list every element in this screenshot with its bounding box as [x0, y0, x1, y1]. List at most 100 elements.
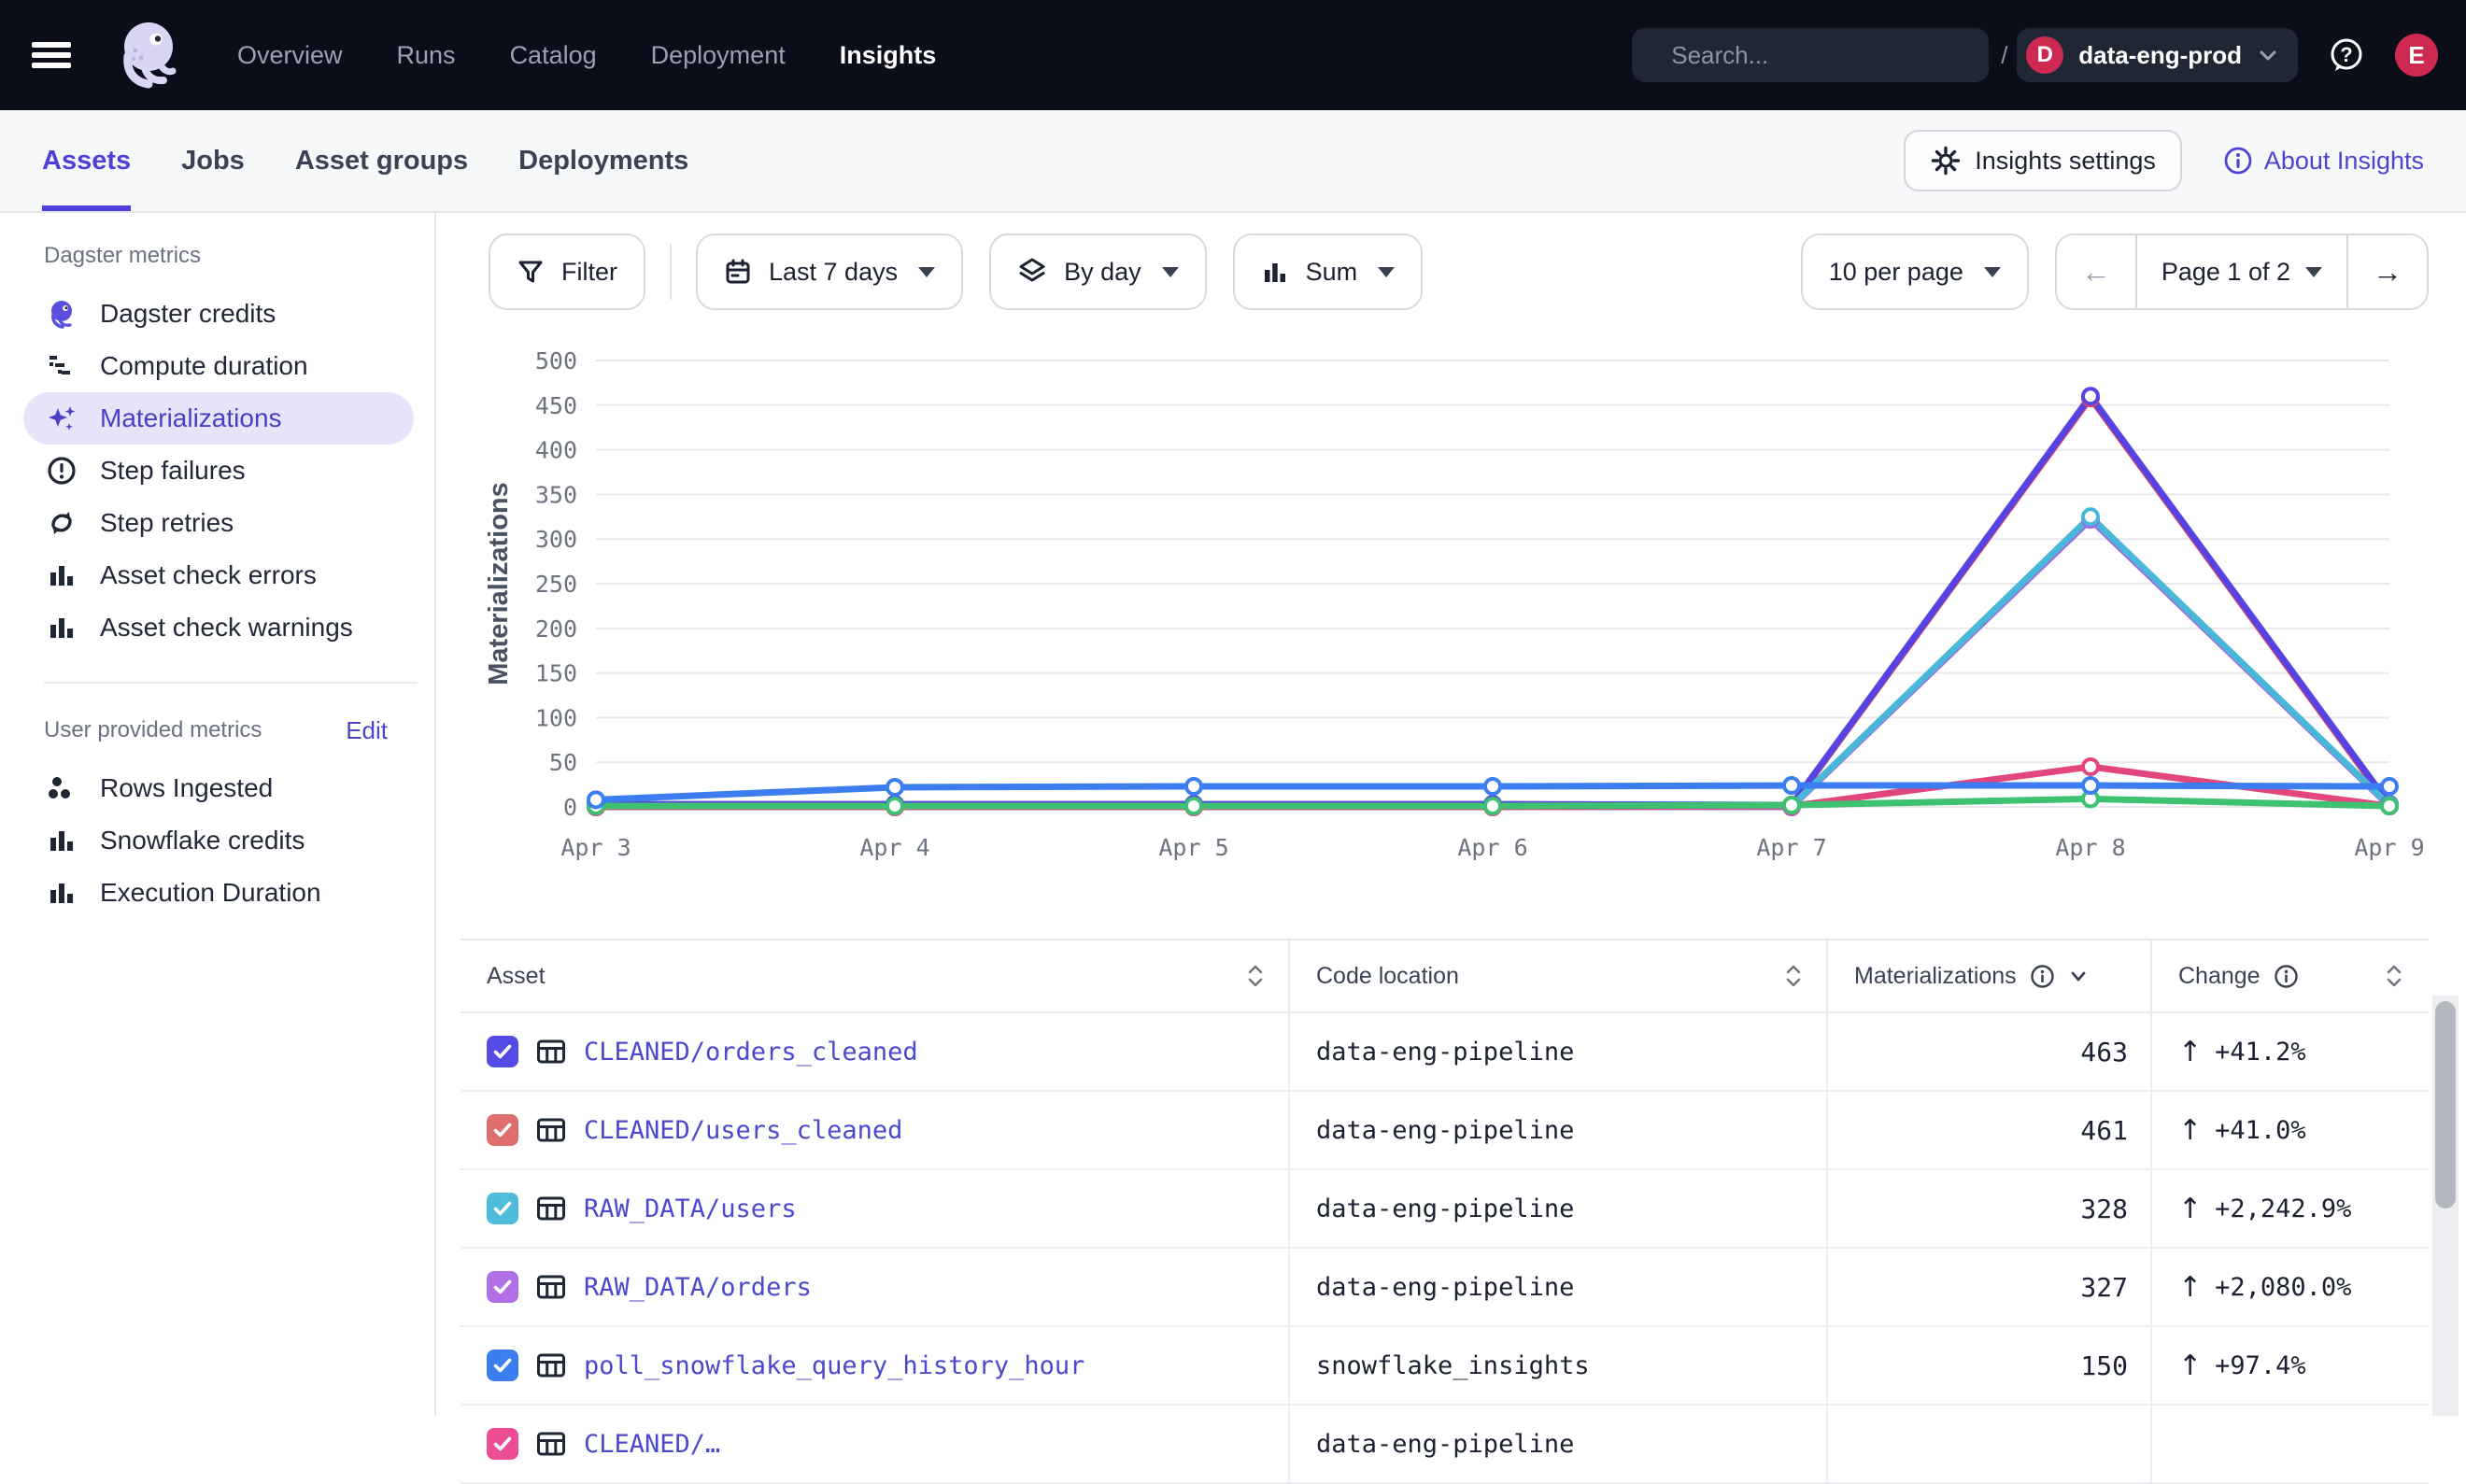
filter-icon	[517, 258, 545, 286]
tab-deployments[interactable]: Deployments	[518, 110, 688, 211]
series-checkbox[interactable]	[487, 1350, 518, 1381]
prev-page-button[interactable]: ←	[2057, 235, 2135, 308]
edit-user-metrics-link[interactable]: Edit	[346, 716, 388, 745]
hamburger-menu-icon[interactable]	[28, 36, 75, 74]
column-header-asset[interactable]: Asset	[461, 940, 1288, 1011]
asset-link[interactable]: poll_snowflake_query_history_hour	[584, 1351, 1084, 1380]
change-cell: ↑+2,242.9%	[2150, 1170, 2427, 1247]
sidebar-item-asset-check-warnings[interactable]: Asset check warnings	[23, 601, 414, 654]
search-input[interactable]	[1669, 40, 1986, 71]
date-range-dropdown[interactable]: Last 7 days	[696, 233, 963, 310]
aggregation-dropdown[interactable]: Sum	[1233, 233, 1424, 310]
series-checkbox[interactable]	[487, 1114, 518, 1146]
series-checkbox[interactable]	[487, 1428, 518, 1460]
org-switcher[interactable]: D data-eng-prod	[2017, 28, 2298, 82]
sidebar-item-label: Execution Duration	[100, 878, 321, 908]
column-label: Change	[2178, 963, 2260, 990]
dagster-logo-icon[interactable]	[106, 14, 189, 96]
asset-table-icon	[535, 1114, 567, 1146]
table-row-cleaned-orders-cleaned: CLEANED/orders_cleaneddata-eng-pipeline4…	[461, 1013, 2429, 1092]
y-tick-label: 450	[535, 392, 577, 419]
trend-up-arrow-icon: ↑	[2178, 1271, 2202, 1304]
nav-item-runs[interactable]: Runs	[397, 41, 456, 70]
per-page-dropdown[interactable]: 10 per page	[1801, 233, 2029, 310]
asset-link[interactable]: RAW_DATA/orders	[584, 1273, 812, 1302]
sort-icon[interactable]	[1245, 963, 1266, 989]
sidebar-item-dagster-credits[interactable]: Dagster credits	[23, 288, 414, 340]
nav-item-deployment[interactable]: Deployment	[651, 41, 786, 70]
tab-assets[interactable]: Assets	[42, 110, 131, 211]
column-label: Materializations	[1854, 963, 2017, 990]
code-location-cell: snowflake_insights	[1288, 1327, 1826, 1404]
data-point-poll-snowflake-query-history-hour	[887, 780, 902, 795]
series-checkbox[interactable]	[487, 1271, 518, 1303]
table-header-row: Asset Code location Materializations Change	[461, 939, 2429, 1013]
series-checkbox[interactable]	[487, 1036, 518, 1067]
change-value: +2,080.0%	[2215, 1273, 2351, 1302]
line-chart-canvas[interactable]: 050100150200250300350400450500Materializ…	[436, 336, 2464, 878]
data-point-poll-snowflake-query-history-hour	[1186, 779, 1201, 794]
code-location-cell: data-eng-pipeline	[1288, 1092, 1826, 1168]
x-tick-label: Apr 7	[1756, 834, 1826, 861]
filter-button[interactable]: Filter	[489, 233, 645, 310]
svg-text:?: ?	[2340, 43, 2352, 66]
code-location-cell: data-eng-pipeline	[1288, 1170, 1826, 1247]
sort-chevron-down-icon[interactable]	[2068, 966, 2089, 986]
sidebar-item-label: Step failures	[100, 456, 246, 486]
sidebar-item-snowflake-credits[interactable]: Snowflake credits	[23, 814, 414, 867]
asset-link[interactable]: CLEANED/orders_cleaned	[584, 1038, 918, 1067]
info-icon[interactable]	[2274, 964, 2299, 989]
help-icon[interactable]: ?	[2326, 35, 2367, 76]
column-header-code-location[interactable]: Code location	[1288, 940, 1826, 1011]
x-tick-label: Apr 6	[1457, 834, 1527, 861]
sidebar-item-materializations[interactable]: Materializations	[23, 392, 414, 445]
column-label: Asset	[487, 963, 546, 990]
user-metrics-title: User provided metrics	[44, 717, 262, 743]
column-header-change[interactable]: Change	[2150, 940, 2427, 1011]
nav-item-overview[interactable]: Overview	[237, 41, 343, 70]
sort-icon[interactable]	[1783, 963, 1804, 989]
asset-table-icon	[535, 1036, 567, 1067]
asset-table-icon	[535, 1428, 567, 1460]
sidebar-item-step-failures[interactable]: Step failures	[23, 445, 414, 497]
y-tick-label: 100	[535, 704, 577, 731]
materializations-cell: 327	[1826, 1249, 2150, 1325]
toolbar-divider	[670, 244, 672, 300]
materializations-cell	[1826, 1406, 2150, 1482]
sort-icon[interactable]	[2384, 963, 2404, 989]
asset-link[interactable]: CLEANED/…	[584, 1430, 720, 1459]
asset-link[interactable]: RAW_DATA/users	[584, 1194, 797, 1223]
sidebar-item-step-retries[interactable]: Step retries	[23, 497, 414, 549]
column-header-materializations[interactable]: Materializations	[1826, 940, 2150, 1011]
nav-item-insights[interactable]: Insights	[840, 41, 937, 70]
scrollbar-thumb[interactable]	[2435, 1001, 2456, 1208]
granularity-dropdown[interactable]: By day	[989, 233, 1207, 310]
date-range-label: Last 7 days	[769, 258, 898, 287]
tab-asset-groups[interactable]: Asset groups	[295, 110, 468, 211]
tab-jobs[interactable]: Jobs	[181, 110, 245, 211]
nav-item-catalog[interactable]: Catalog	[510, 41, 597, 70]
about-insights-link[interactable]: About Insights	[2223, 146, 2424, 176]
x-tick-label: Apr 8	[2055, 834, 2125, 861]
asset-cell: CLEANED/users_cleaned	[461, 1092, 1288, 1168]
page-indicator-label: Page 1 of 2	[2161, 258, 2290, 287]
sidebar-item-asset-check-errors[interactable]: Asset check errors	[23, 549, 414, 601]
sidebar-item-compute-duration[interactable]: Compute duration	[23, 340, 414, 392]
x-tick-label: Apr 5	[1158, 834, 1228, 861]
page-indicator-dropdown[interactable]: Page 1 of 2	[2135, 235, 2346, 308]
asset-link[interactable]: CLEANED/users_cleaned	[584, 1116, 902, 1145]
materializations-cell: 461	[1826, 1092, 2150, 1168]
sidebar-item-execution-duration[interactable]: Execution Duration	[23, 867, 414, 919]
change-cell: ↑+97.4%	[2150, 1327, 2427, 1404]
info-icon[interactable]	[2030, 964, 2055, 989]
sidebar-item-label: Dagster credits	[100, 299, 276, 329]
series-checkbox[interactable]	[487, 1193, 518, 1224]
search-box[interactable]: /	[1632, 28, 1989, 82]
insights-settings-button[interactable]: Insights settings	[1904, 130, 2182, 191]
asset-cell: RAW_DATA/orders	[461, 1249, 1288, 1325]
next-page-button[interactable]: →	[2346, 235, 2427, 308]
table-row-poll-snowflake-query-history-hour: poll_snowflake_query_history_hour snowfla…	[461, 1327, 2429, 1406]
dagster-metrics-list: Dagster credits Compute durationMateriali…	[0, 288, 434, 654]
sidebar-item-rows-ingested[interactable]: Rows Ingested	[23, 762, 414, 814]
user-avatar[interactable]: E	[2395, 34, 2438, 77]
